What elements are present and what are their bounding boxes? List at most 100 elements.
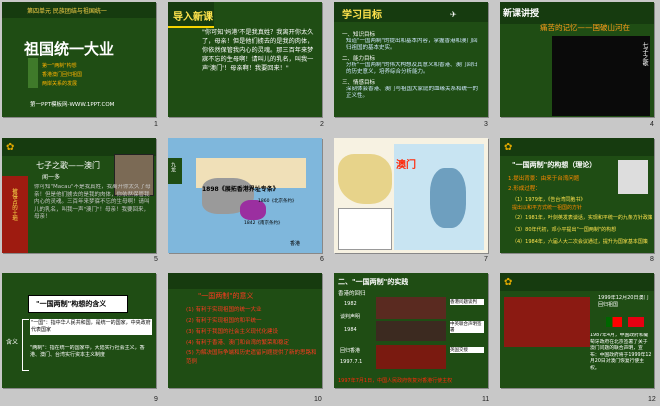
label-beijing-treaty: 1860《北京条约》 <box>258 199 297 204</box>
star-icon: ✿ <box>504 277 513 288</box>
slide-number-7: 7 <box>484 256 488 263</box>
meaning-line-5: (5) 为解决国际争端和历史遗留问题提供了新的思路和范例 <box>186 350 317 365</box>
macau-island <box>430 168 466 228</box>
slide-number-11: 11 <box>482 396 490 403</box>
meaning-line-2: (2) 有利于实现祖国的和平统一 <box>186 318 262 324</box>
slide-thumbnail-6[interactable]: 1898《展拓香港界址专条》 1860《北京条约》 1842《南京条约》 香港 … <box>168 138 322 253</box>
slide-thumbnail-7[interactable]: 澳门 <box>334 138 488 253</box>
footer-text: 第一PPT模板网-WWW.1PPT.COM <box>30 102 115 108</box>
item-2: 香港澳门回归祖国 <box>42 72 83 78</box>
line-6: （3）80年代初，邓小平提出"一国两制"的构想 <box>512 227 617 233</box>
line-3: （1）1979年，《告台湾同胞书》 <box>512 197 586 203</box>
china-map <box>338 154 392 204</box>
slide-number-2: 2 <box>320 121 324 128</box>
bird-icon: ✈ <box>450 10 457 19</box>
footer-text: 1997年7月1日，中国人民政府恢复对香港行使主权 <box>338 378 453 384</box>
slide-title: "一国两制"的构想（理论） <box>512 161 597 169</box>
side-label: 含义 <box>6 339 19 346</box>
poem-image <box>552 36 650 116</box>
goal-2-text: 分析"一国两制"的伟大构想及其意义和香港、澳门回归的历史意义，培养综合分析能力。 <box>346 62 478 75</box>
slide-thumbnail-2[interactable]: 导入新课 "你可知'妈港'不是我真姓？我离开你太久了，母亲！但是他们掳去的是我的… <box>168 2 322 117</box>
subtitle: 香港的回归 <box>338 291 366 297</box>
heading: 学习目标 <box>342 10 382 21</box>
heading: "一国两制"的意义 <box>198 292 254 300</box>
line-7: （4）1984年，六届人大二次会议通过，提升为国家基本国策 <box>512 239 648 245</box>
slide-thumbnail-1[interactable]: 第四单元 民族团结与祖国统一 祖国统一大业 第一"两制"构想 香港澳门回归祖国 … <box>2 2 156 117</box>
green-box <box>28 58 38 88</box>
meaning-line-3: (3) 有利于我国的社会主义现代化建设 <box>186 329 279 335</box>
author: 闻一多 <box>42 174 61 181</box>
vertical-title: 七子之歌 <box>641 42 648 66</box>
timeline-5: 1997.7.1 <box>340 359 363 365</box>
bracket <box>22 319 29 371</box>
portugal-flag <box>606 317 622 327</box>
body-text: 1987年4月，中国政府和葡萄牙政府在北京签署了关于澳门问题的联合声明，宣布：中… <box>590 333 652 371</box>
poem-body: 你可知"Macau"不是我真姓，我离开你太久了母亲！但是他们掳去的是我的肉体，你… <box>34 184 151 220</box>
side-text: 被侵占的土地 <box>11 188 17 221</box>
heading: 导入新课 <box>173 12 213 23</box>
photo-2 <box>376 321 446 341</box>
slide-thumbnail-10[interactable]: "一国两制"的意义 (1) 有利于实现祖国的统一大业 (2) 有利于实现祖国的和… <box>168 273 322 388</box>
slide-thumbnail-3[interactable]: 学习目标 ✈ 一、知识目标 知道"一国两制"的提出和基本内容，掌握香港和澳门回归… <box>334 2 488 117</box>
subtitle: 痛苦的记忆——国破山河在 <box>540 23 630 32</box>
slide-number-5: 5 <box>154 256 158 263</box>
star-icon: ✿ <box>6 142 15 153</box>
goal-3: 三、情感目标 <box>342 80 376 86</box>
timeline-4: 回归香港 <box>340 348 361 354</box>
slide-thumbnail-4[interactable]: 新课讲授 痛苦的记忆——国破山河在 七子之歌 <box>500 2 654 117</box>
box-title: "一国两制"构想的含义 <box>36 300 107 308</box>
slide-thumbnail-11[interactable]: 二、"一国两制"的实践 香港的回归 1982 谈判声明 1984 回归香港 19… <box>334 273 488 388</box>
goal-1-text: 知道"一国两制"的提出和基本内容，掌握香港和澳门回归祖国的基本史实。 <box>346 38 478 51</box>
poem-title: 七子之歌——澳门 <box>36 161 100 170</box>
note-2: 中英联合声明签署 <box>450 321 484 333</box>
china-flag <box>628 317 644 327</box>
heading-bg <box>500 138 654 156</box>
label-hongkong: 香港 <box>290 241 301 247</box>
photo-3 <box>376 345 446 369</box>
slide-thumbnail-9[interactable]: "一国两制"构想的含义 含义 "一国"：指中华人民共和国，是统一的国家，中央政府… <box>2 273 156 388</box>
timeline-1: 1982 <box>344 301 357 307</box>
slide-number-6: 6 <box>320 256 324 263</box>
heading: 新课讲授 <box>503 9 540 19</box>
unit-label: 第四单元 民族团结与祖国统一 <box>27 8 107 15</box>
slide-title: 祖国统一大业 <box>24 40 115 58</box>
slide-number-8: 8 <box>650 256 654 263</box>
photo-1 <box>376 297 446 319</box>
map-title: 1898《展拓香港界址专条》 <box>202 186 279 193</box>
slide-title: 二、"一国两制"的实践 <box>338 278 409 286</box>
line-1: 1.提出背景：由来于台湾问题 <box>508 176 580 182</box>
slide-thumbnail-5[interactable]: ✿ 被侵占的土地 七子之歌——澳门 闻一多 你可知"Macau"不是我真姓，我离… <box>2 138 156 253</box>
goal-2: 二、能力目标 <box>342 56 376 62</box>
star-icon: ✿ <box>504 142 513 153</box>
slide-number-1: 1 <box>154 121 158 128</box>
text-block <box>338 208 392 250</box>
caption: 1999年12月20日澳门回归祖国 <box>598 295 649 308</box>
quote-text: "你可知'妈港'不是我真姓？我离开你太久了，母亲！但是他们掳去的是我的肉体，你依… <box>202 29 314 72</box>
slide-number-12: 12 <box>648 396 656 403</box>
photo-handover <box>504 297 590 347</box>
timeline-2: 谈判声明 <box>340 314 361 320</box>
meaning-2: "两制"：指在统一的国家中，大陆实行社会主义，香港、澳门、台湾实行资本主义制度 <box>30 345 145 358</box>
slide-thumbnail-12[interactable]: ✿ 1999年12月20日澳门回归祖国 1987年4月，中国政府和葡萄牙政府在北… <box>500 273 654 388</box>
item-3: 两岸关系的发展 <box>42 81 78 87</box>
slide-thumbnail-8[interactable]: ✿ "一国两制"的构想（理论） 1.提出背景：由来于台湾问题 2.形成过程： （… <box>500 138 654 253</box>
meaning-1: "一国"：指中华人民共和国，是统一的国家，中央政府代表国家 <box>30 319 152 335</box>
note-1: 香港问题谈判 <box>450 299 484 305</box>
side-badge-text: 九龙 <box>170 162 176 172</box>
macau-label: 澳门 <box>396 160 416 171</box>
line-2: 2.形成过程： <box>508 186 541 192</box>
meaning-line-4: (4) 有利于香港、澳门和台湾的繁荣和稳定 <box>186 340 290 346</box>
heading-bg <box>168 273 322 289</box>
item-1: 第一"两制"构想 <box>42 63 77 69</box>
line-4: 提出以和平方式统一祖国的方针 <box>512 205 583 211</box>
slide-number-9: 9 <box>154 396 158 403</box>
heading-bg <box>500 273 654 291</box>
line-5: （2）1981年，叶剑英发表谈话，实现和平统一的九条方针政策 <box>512 215 652 221</box>
timeline-3: 1984 <box>344 327 357 333</box>
slide-number-3: 3 <box>484 121 488 128</box>
goal-3-text: 深刻体会香港、澳门与祖国大家庭的血缘关系和统一的正义性。 <box>346 86 479 99</box>
label-nanjing-treaty: 1842《南京条约》 <box>244 221 283 226</box>
note-3: 英国交接 <box>450 347 484 353</box>
slide-number-4: 4 <box>650 121 654 128</box>
slide-number-10: 10 <box>314 396 322 403</box>
